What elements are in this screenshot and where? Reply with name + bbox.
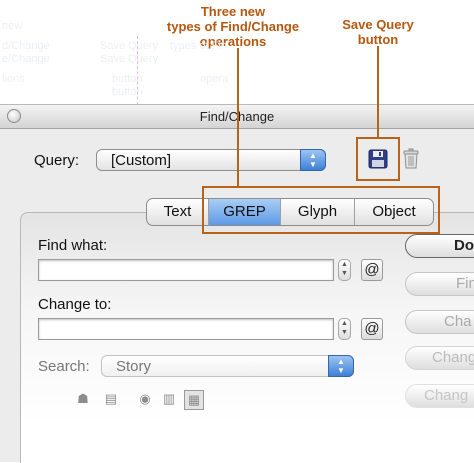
search-value: Story bbox=[116, 358, 152, 375]
popup-arrows-icon: ▲ ▼ bbox=[328, 355, 354, 377]
save-button-highlight-box bbox=[356, 137, 400, 181]
change-button[interactable]: Cha bbox=[405, 310, 474, 334]
save-query-button-annotation: Save Query button bbox=[342, 17, 414, 47]
query-popup[interactable]: [Custom] ▲ ▼ bbox=[96, 149, 326, 171]
find-what-field[interactable] bbox=[38, 259, 334, 281]
done-button[interactable]: Do bbox=[405, 234, 474, 258]
change-to-label: Change to: bbox=[38, 296, 112, 313]
trash-icon bbox=[403, 148, 419, 169]
ghost-text: button bbox=[112, 73, 143, 85]
change-find-button[interactable]: Chang bbox=[405, 384, 474, 408]
change-to-field[interactable] bbox=[38, 318, 334, 340]
ghost-text: e/Change bbox=[2, 53, 50, 65]
include-footnotes-icon[interactable]: ▦ bbox=[184, 390, 204, 410]
delete-query-button[interactable] bbox=[402, 148, 420, 170]
ghost-text: Save Query bbox=[100, 53, 159, 65]
ghost-text: opera bbox=[200, 73, 229, 85]
search-label: Search: bbox=[38, 358, 90, 375]
ghost-text: new bbox=[2, 20, 23, 32]
ghost-text: types of Fin bbox=[170, 40, 227, 52]
change-history-stepper[interactable]: ▲ ▼ bbox=[338, 318, 351, 340]
change-all-button[interactable]: Chang bbox=[405, 346, 474, 370]
find-history-stepper[interactable]: ▲ ▼ bbox=[338, 259, 351, 281]
ghost-text: d/Change bbox=[2, 40, 50, 52]
popup-arrows-icon: ▲ ▼ bbox=[300, 149, 326, 171]
tabs-highlight-box bbox=[202, 186, 440, 234]
include-locked-layers-icon[interactable]: ☗ bbox=[74, 390, 92, 408]
include-hidden-layers-icon[interactable]: ◉ bbox=[136, 390, 154, 408]
find-special-characters-button[interactable]: @ bbox=[361, 259, 383, 281]
tab-text[interactable]: Text bbox=[147, 199, 209, 225]
ghost-text: lions bbox=[2, 73, 25, 85]
include-master-pages-icon[interactable]: ▥ bbox=[160, 390, 178, 408]
find-what-label: Find what: bbox=[38, 237, 108, 254]
change-special-characters-button[interactable]: @ bbox=[361, 318, 383, 340]
callout-line bbox=[377, 46, 379, 138]
query-label: Query: bbox=[34, 152, 80, 169]
ghost-text: Save Query bbox=[100, 40, 159, 52]
find-button[interactable]: Fin bbox=[405, 272, 474, 296]
search-popup[interactable]: Story ▲ ▼ bbox=[101, 355, 354, 377]
include-locked-stories-icon[interactable]: ▤ bbox=[102, 390, 120, 408]
callout-line bbox=[237, 48, 239, 186]
ghost-text: button bbox=[112, 86, 143, 98]
query-value: [Custom] bbox=[111, 152, 172, 169]
